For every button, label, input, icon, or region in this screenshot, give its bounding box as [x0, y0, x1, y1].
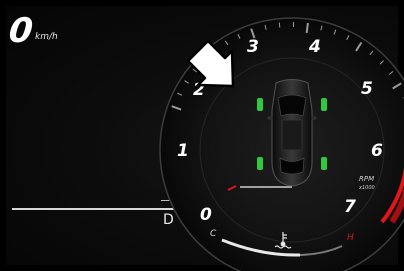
temperature-hot-label: H: [347, 233, 354, 243]
tach-label-3: 3: [247, 37, 259, 57]
car-top-view-icon: [267, 79, 317, 187]
tach-label-0: 0: [200, 205, 212, 225]
tire-rear-left: [257, 157, 263, 170]
rpm-label: RPM: [359, 175, 374, 183]
tach-minor-tick: [278, 22, 281, 28]
tach-major-tick: [305, 22, 309, 34]
tire-front-right: [321, 98, 327, 111]
tach-label-5: 5: [361, 79, 373, 99]
instrument-cluster: 0 km/h D 0 1 2 3 4 5 6 7 RPM x1000 C H: [0, 0, 404, 271]
tire-front-left: [257, 98, 263, 111]
tach-label-1: 1: [177, 141, 189, 161]
temperature-cold-label: C: [210, 229, 217, 239]
tach-label-4: 4: [308, 37, 321, 57]
tach-label-7: 7: [344, 197, 356, 217]
tachometer-dial: 0 1 2 3 4 5 6 7 RPM x1000 C H: [159, 17, 404, 271]
tire-rear-right: [321, 157, 327, 170]
tach-label-6: 6: [371, 141, 383, 161]
rpm-multiplier: x1000: [358, 185, 375, 191]
